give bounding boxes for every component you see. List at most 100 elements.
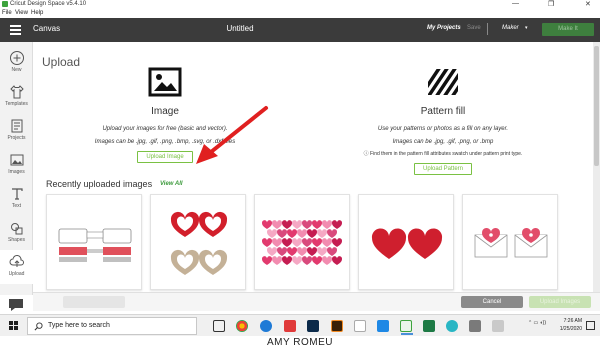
upload-thumbnail-red-hearts[interactable]: [358, 194, 454, 290]
pink-hearts-pattern-image: [261, 220, 343, 265]
image-icon: [148, 67, 182, 97]
windows-start-icon[interactable]: [9, 321, 19, 331]
disabled-button: [63, 296, 125, 308]
pattern-heart: [271, 256, 283, 265]
pattern-heart: [306, 229, 318, 238]
view-all-link[interactable]: View All: [160, 181, 183, 187]
save-button[interactable]: Save: [467, 25, 481, 31]
sidebar-item-label: New: [11, 67, 22, 73]
cricut-taskbar-icon[interactable]: [400, 320, 413, 335]
upload-thumbnail-glasses-tags[interactable]: [46, 194, 142, 290]
pattern-heart: [281, 256, 293, 265]
sidebar-item-text[interactable]: Text: [0, 182, 33, 216]
windows-taskbar: Type here to search ⌃ ▭ ◖)) 7:26 AM 1/25…: [0, 314, 600, 336]
shirt-icon: [9, 85, 24, 99]
pattern-fill-section: Pattern fill Use your patterns or photos…: [333, 67, 553, 175]
app-gray-icon[interactable]: [492, 320, 504, 332]
pattern-heart: [291, 238, 303, 247]
make-it-button[interactable]: Make It: [542, 23, 594, 36]
file-icon[interactable]: [354, 320, 366, 332]
photoshop-icon[interactable]: [307, 320, 319, 332]
sidebar-item-templates[interactable]: Templates: [0, 80, 33, 114]
sidebar-item-label: Projects: [7, 135, 26, 141]
pattern-heart: [276, 229, 288, 238]
bottom-action-bar: Cancel Upload Images: [33, 292, 600, 311]
taskbar-date[interactable]: 1/25/2020: [548, 326, 582, 332]
chrome-icon[interactable]: [236, 320, 248, 332]
upload-thumbnail-heart-envelopes[interactable]: [462, 194, 558, 290]
edge-icon[interactable]: [260, 320, 272, 332]
task-view-icon[interactable]: [213, 320, 225, 332]
sidebar-item-projects[interactable]: Projects: [0, 114, 33, 148]
pattern-heart: [266, 229, 278, 238]
watermark-credit: AMY ROMEU: [267, 337, 333, 348]
pattern-heart: [331, 256, 343, 265]
system-tray-icons[interactable]: ⌃ ▭ ◖)): [506, 320, 546, 326]
glasses-tags-image: [58, 228, 132, 262]
restore-button[interactable]: ❐: [548, 0, 554, 8]
pattern-heart: [301, 238, 313, 247]
pattern-heart: [261, 220, 273, 229]
pattern-heart: [276, 247, 288, 256]
illustrator-icon[interactable]: [331, 320, 343, 332]
pattern-heart: [296, 247, 308, 256]
heart-envelopes-image: [474, 227, 548, 258]
sidebar-item-label: Text: [11, 203, 22, 209]
text-icon: [11, 188, 23, 200]
scrollbar-thumb[interactable]: [594, 46, 599, 166]
sidebar-item-images[interactable]: Images: [0, 148, 33, 182]
notifications-icon[interactable]: [586, 321, 595, 330]
machine-select[interactable]: Maker: [502, 25, 519, 31]
menu-help[interactable]: Help: [31, 10, 43, 16]
pattern-heart: [271, 220, 283, 229]
sidebar-item-upload[interactable]: Upload: [0, 250, 33, 284]
camera-icon[interactable]: [469, 320, 481, 332]
my-projects-link[interactable]: My Projects: [427, 25, 461, 31]
minimize-button[interactable]: —: [512, 0, 519, 7]
menu-view[interactable]: View: [15, 10, 28, 16]
pattern-section-description: Use your patterns or photos as a fill on…: [377, 126, 509, 132]
cricut-app-icon: [2, 1, 8, 7]
upload-images-button[interactable]: Upload Images: [529, 296, 591, 308]
upload-pattern-button[interactable]: Upload Pattern: [413, 163, 473, 175]
pattern-heart: [321, 220, 333, 229]
shapes-icon: [10, 223, 22, 235]
pattern-heart: [311, 238, 323, 247]
cancel-button[interactable]: Cancel: [461, 296, 523, 308]
taskbar-search-box[interactable]: Type here to search: [27, 317, 197, 335]
pattern-heart: [326, 247, 338, 256]
app-title: Cricut Design Space v5.4.10: [10, 1, 87, 7]
sidebar-item-new[interactable]: New: [0, 46, 33, 80]
document-title: Untitled: [226, 24, 254, 33]
pattern-heart: [261, 256, 273, 265]
heart-frames-image: [170, 211, 228, 275]
upload-thumbnail-heart-frames[interactable]: [150, 194, 246, 290]
close-button[interactable]: ✕: [585, 0, 591, 8]
pattern-fill-icon: [428, 69, 458, 95]
pattern-heart: [331, 220, 343, 229]
pattern-heart: [316, 229, 328, 238]
pattern-heart: [281, 220, 293, 229]
menu-bar: File View Help: [0, 9, 600, 17]
app-red-icon[interactable]: [284, 320, 296, 332]
search-icon: [34, 322, 43, 331]
pattern-heart: [296, 229, 308, 238]
pattern-heart: [326, 229, 338, 238]
taskbar-time[interactable]: 7:26 AM: [548, 318, 582, 324]
upload-thumbnail-pink-hearts-pattern[interactable]: [254, 194, 350, 290]
menu-file[interactable]: File: [2, 10, 12, 16]
pattern-heart: [286, 229, 298, 238]
sidebar-item-shapes[interactable]: Shapes: [0, 216, 33, 250]
chat-icon[interactable]: [7, 297, 25, 313]
vertical-scrollbar[interactable]: [593, 42, 600, 295]
app-teal-icon[interactable]: [446, 320, 458, 332]
excel-icon[interactable]: [423, 320, 435, 332]
upload-image-button[interactable]: Upload Image: [137, 151, 193, 163]
dropbox-icon[interactable]: [377, 320, 389, 332]
screen: Cricut Design Space v5.4.10 — ❐ ✕ File V…: [0, 0, 600, 350]
pattern-heart: [301, 256, 313, 265]
chevron-down-icon[interactable]: ▾: [525, 25, 528, 31]
pattern-heart: [261, 238, 273, 247]
recent-uploads-heading: Recently uploaded images: [46, 179, 153, 189]
red-hearts-image: [371, 228, 443, 259]
